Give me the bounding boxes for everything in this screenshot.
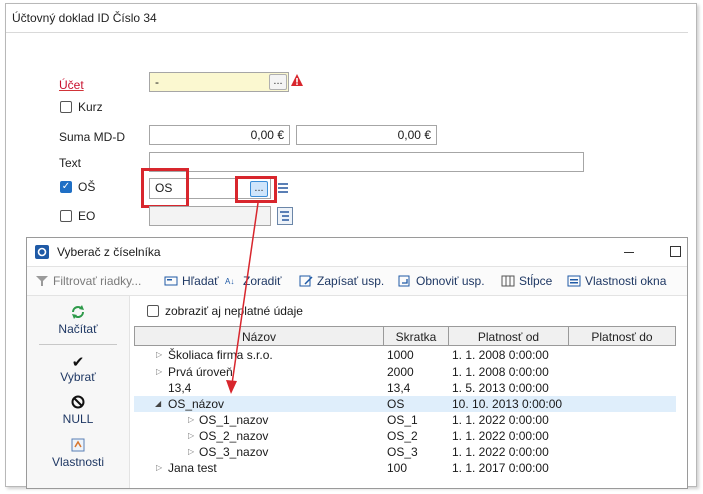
annotation-arrow [226, 202, 259, 394]
